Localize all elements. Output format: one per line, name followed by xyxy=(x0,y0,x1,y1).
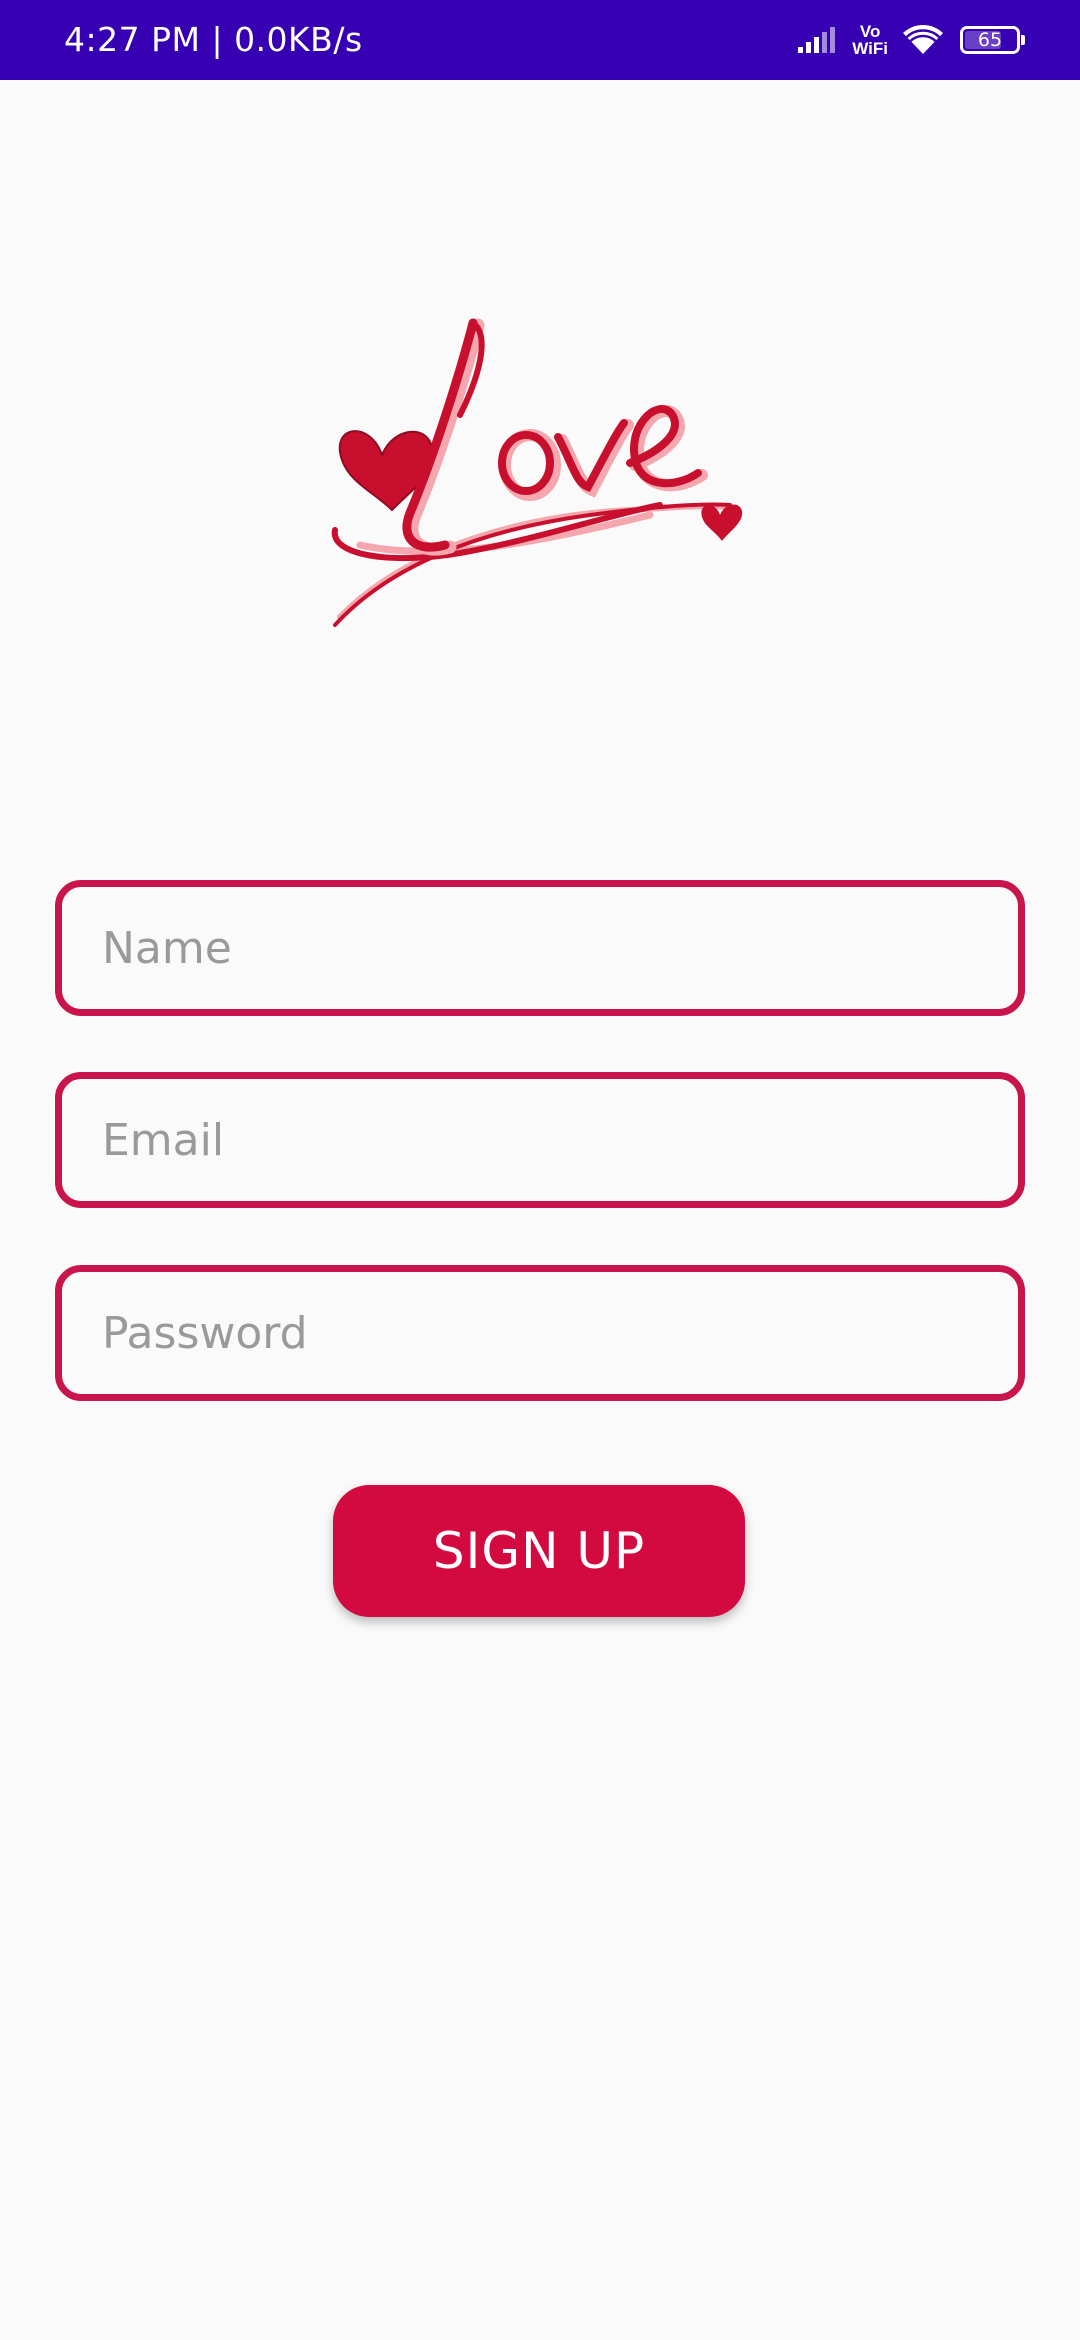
battery-level: 65 xyxy=(977,29,1003,51)
love-logo xyxy=(331,318,743,627)
status-time: 4:27 PM | 0.0KB/s xyxy=(64,20,363,59)
status-icons: Vo WiFi 65 xyxy=(798,0,1025,80)
password-field[interactable] xyxy=(55,1265,1025,1401)
small-heart-icon xyxy=(701,504,743,541)
password-input[interactable] xyxy=(62,1272,1018,1394)
status-bar: 4:27 PM | 0.0KB/s Vo WiFi 65 xyxy=(0,0,1080,80)
name-field[interactable] xyxy=(55,880,1025,1016)
email-field[interactable] xyxy=(55,1072,1025,1208)
wifi-icon xyxy=(903,25,943,54)
vowifi-icon: Vo WiFi xyxy=(852,23,888,57)
sign-up-button[interactable]: SIGN UP xyxy=(333,1485,745,1617)
signal-icon xyxy=(798,27,836,53)
vowifi-top-label: Vo xyxy=(859,22,881,41)
name-input[interactable] xyxy=(62,887,1018,1009)
battery-icon: 65 xyxy=(960,26,1025,54)
email-input[interactable] xyxy=(62,1079,1018,1201)
vowifi-bottom-label: WiFi xyxy=(852,39,888,58)
